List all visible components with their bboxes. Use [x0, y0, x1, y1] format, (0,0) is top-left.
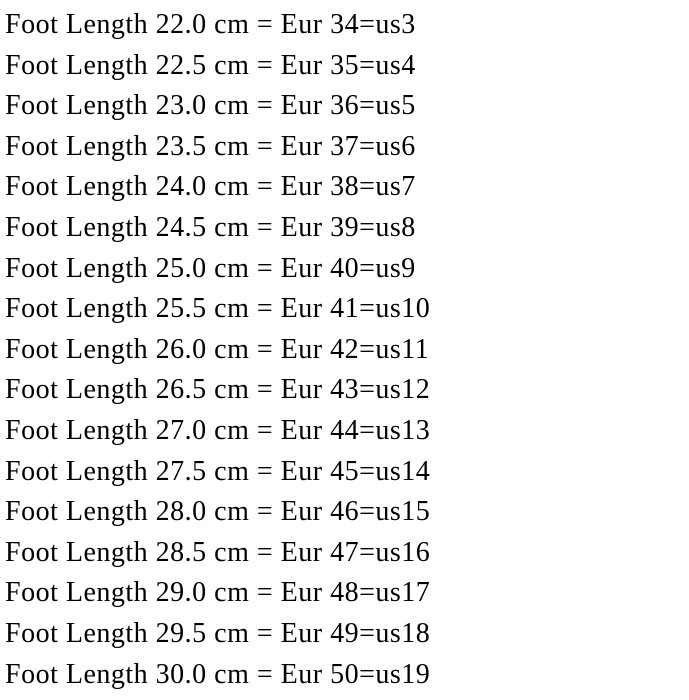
table-row: Foot Length 26.0 cm = Eur 42=us11	[5, 330, 684, 371]
table-row: Foot Length 22.0 cm = Eur 34=us3	[5, 5, 684, 46]
table-row: Foot Length 26.5 cm = Eur 43=us12	[5, 370, 684, 411]
table-row: Foot Length 25.5 cm = Eur 41=us10	[5, 289, 684, 330]
table-row: Foot Length 29.0 cm = Eur 48=us17	[5, 573, 684, 614]
table-row: Foot Length 24.5 cm = Eur 39=us8	[5, 208, 684, 249]
table-row: Foot Length 22.5 cm = Eur 35=us4	[5, 46, 684, 87]
table-row: Foot Length 27.5 cm = Eur 45=us14	[5, 452, 684, 493]
table-row: Foot Length 25.0 cm = Eur 40=us9	[5, 249, 684, 290]
table-row: Foot Length 23.5 cm = Eur 37=us6	[5, 127, 684, 168]
table-row: Foot Length 29.5 cm = Eur 49=us18	[5, 614, 684, 655]
table-row: Foot Length 24.0 cm = Eur 38=us7	[5, 167, 684, 208]
table-row: Foot Length 23.0 cm = Eur 36=us5	[5, 86, 684, 127]
table-row: Foot Length 28.0 cm = Eur 46=us15	[5, 492, 684, 533]
table-row: Foot Length 27.0 cm = Eur 44=us13	[5, 411, 684, 452]
table-row: Foot Length 28.5 cm = Eur 47=us16	[5, 533, 684, 574]
size-chart: Foot Length 22.0 cm = Eur 34=us3 Foot Le…	[5, 5, 684, 695]
table-row: Foot Length 30.0 cm = Eur 50=us19	[5, 655, 684, 696]
